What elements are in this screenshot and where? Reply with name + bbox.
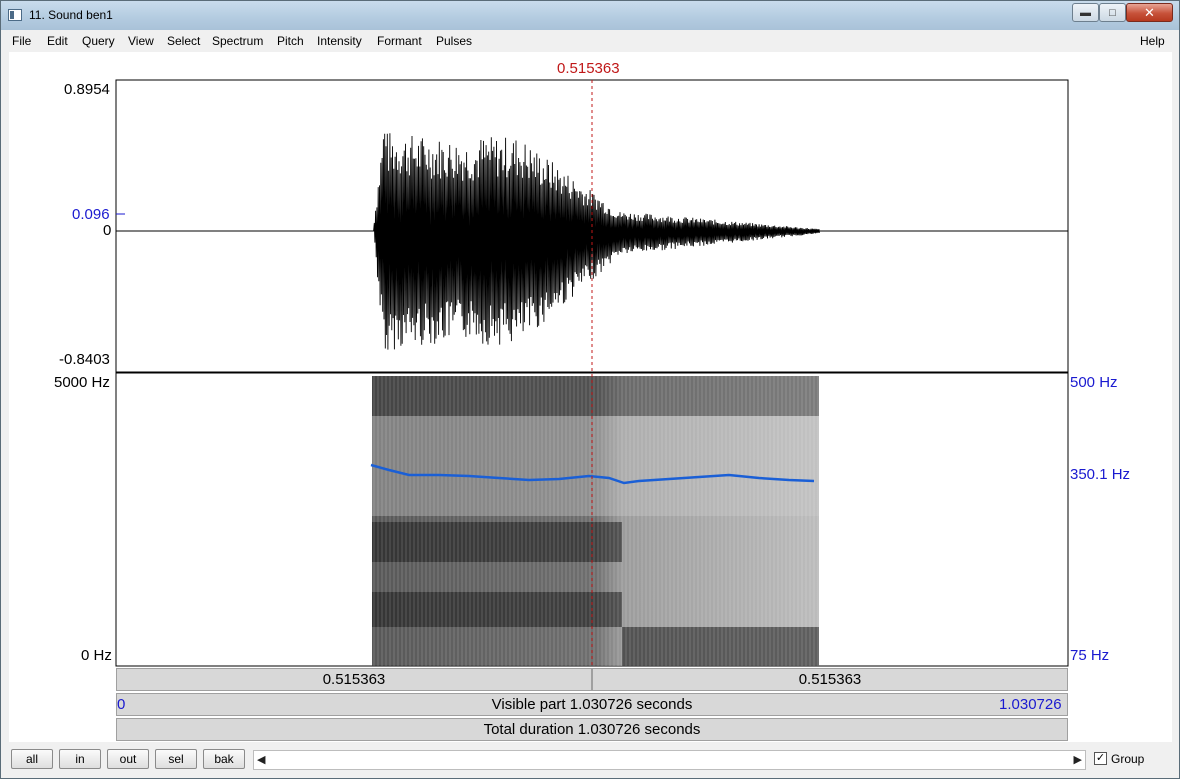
spectrogram-freq-max-label: 5000 Hz xyxy=(54,374,110,391)
checkmark-icon: ✓ xyxy=(1095,752,1106,764)
pitch-min-label: 75 Hz xyxy=(1070,647,1110,664)
visible-part-label: Visible part 1.030726 seconds xyxy=(491,696,693,713)
menu-help[interactable]: Help xyxy=(1140,34,1165,48)
waveform-ymin-label: -0.8403 xyxy=(59,351,110,368)
maximize-button[interactable]: □ xyxy=(1099,3,1126,22)
triangle-right-icon[interactable]: ▶ xyxy=(1074,753,1082,766)
pitch-value-label: 350.1 Hz xyxy=(1070,466,1131,483)
right-segment-bar[interactable]: 0.515363 xyxy=(592,668,1068,691)
visible-end-label: 1.030726 xyxy=(999,696,1062,713)
cursor-time-label: 0.515363 xyxy=(557,60,620,77)
left-segment-bar[interactable]: 0.515363 xyxy=(116,668,592,691)
total-duration-bar[interactable]: Total duration 1.030726 seconds xyxy=(116,718,1068,741)
waveform-ymax-label: 0.8954 xyxy=(64,81,110,98)
sound-canvas[interactable]: 0.515363 0.8954 0.096 0 -0.8403 5000 Hz … xyxy=(9,52,1172,742)
zoom-out-button[interactable]: out xyxy=(107,749,149,769)
menu-query[interactable]: Query xyxy=(82,34,115,48)
horizontal-scrollbar[interactable]: ◀ ▶ xyxy=(253,750,1086,770)
menu-select[interactable]: Select xyxy=(167,34,200,48)
zoom-in-button[interactable]: in xyxy=(59,749,101,769)
menu-file[interactable]: File xyxy=(12,34,31,48)
menu-edit[interactable]: Edit xyxy=(47,34,68,48)
spectrogram-freq-min-label: 0 Hz xyxy=(81,647,112,664)
zoom-selection-button[interactable]: sel xyxy=(155,749,197,769)
close-icon: ✕ xyxy=(1144,4,1155,20)
minimize-button[interactable]: ▬ xyxy=(1072,3,1099,22)
waveform-cursor-value-label: 0.096 xyxy=(72,206,110,223)
menu-formant[interactable]: Formant xyxy=(377,34,422,48)
maximize-icon: □ xyxy=(1109,6,1116,19)
bottom-toolbar: all in out sel bak ◀ ▶ ✓ Group xyxy=(2,744,1178,777)
zoom-back-button[interactable]: bak xyxy=(203,749,245,769)
visible-start-label: 0 xyxy=(117,696,126,713)
minimize-icon: ▬ xyxy=(1080,6,1091,19)
pitch-max-label: 500 Hz xyxy=(1070,374,1118,391)
signal-svg xyxy=(115,79,1069,667)
window-title: 11. Sound ben1 xyxy=(29,8,113,22)
close-button[interactable]: ✕ xyxy=(1126,3,1173,22)
group-label: Group xyxy=(1111,752,1145,766)
title-bar[interactable]: 11. Sound ben1 ▬ □ ✕ xyxy=(1,1,1179,30)
menu-pitch[interactable]: Pitch xyxy=(277,34,304,48)
praat-sound-editor-window: 11. Sound ben1 ▬ □ ✕ File Edit Query Vie… xyxy=(0,0,1180,779)
menu-bar: File Edit Query View Select Spectrum Pit… xyxy=(2,30,1178,52)
menu-pulses[interactable]: Pulses xyxy=(436,34,472,48)
app-window-icon xyxy=(8,9,22,21)
menu-intensity[interactable]: Intensity xyxy=(317,34,362,48)
spectrogram-image xyxy=(372,376,819,666)
zoom-all-button[interactable]: all xyxy=(11,749,53,769)
visible-part-bar[interactable]: Visible part 1.030726 seconds xyxy=(116,693,1068,716)
waveform-zero-label: 0 xyxy=(103,222,112,239)
triangle-left-icon[interactable]: ◀ xyxy=(257,753,265,766)
menu-view[interactable]: View xyxy=(128,34,154,48)
menu-spectrum[interactable]: Spectrum xyxy=(212,34,263,48)
group-checkbox[interactable]: ✓ xyxy=(1094,752,1107,765)
